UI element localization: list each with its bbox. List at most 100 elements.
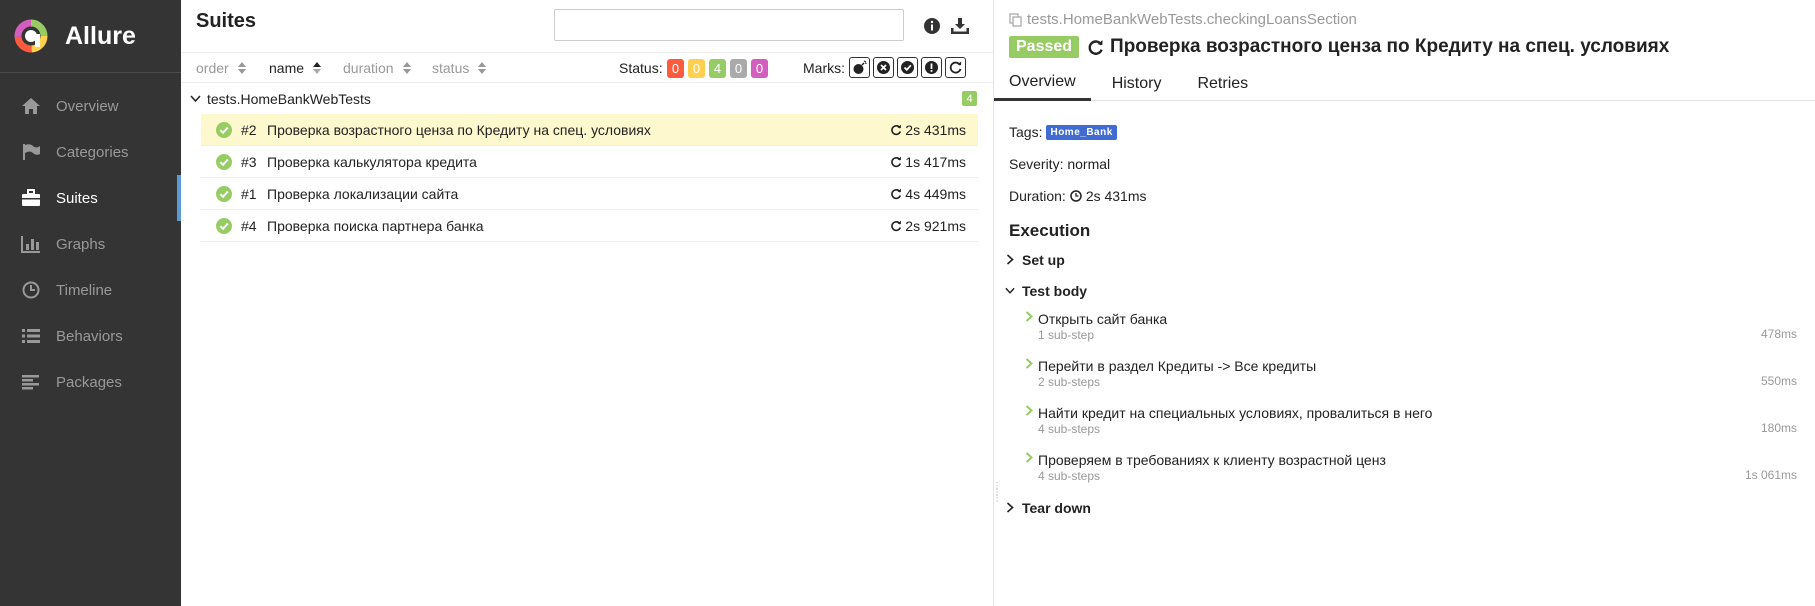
status-unknown-badge[interactable]: 0 xyxy=(751,59,768,78)
test-duration-value: 4s 449ms xyxy=(905,185,966,202)
clock-icon xyxy=(1070,190,1082,202)
test-row[interactable]: #2 Проверка возрастного ценза по Кредиту… xyxy=(201,114,978,146)
test-number: #2 xyxy=(241,121,257,138)
tab-retries[interactable]: Retries xyxy=(1182,66,1263,101)
test-row[interactable]: #3 Проверка калькулятора кредита 1s 417m… xyxy=(201,146,978,178)
sidebar-item-timeline[interactable]: Timeline xyxy=(0,267,181,313)
status-broken-badge[interactable]: 0 xyxy=(688,59,705,78)
chevron-down-icon xyxy=(190,94,201,102)
step-item[interactable]: Открыть сайт банка 1 sub-step 478ms xyxy=(1009,306,1815,353)
test-name: Проверка возрастного ценза по Кредиту на… xyxy=(267,121,651,138)
mark-flaky-button[interactable] xyxy=(849,57,870,78)
status-filter: 0 0 4 0 0 xyxy=(667,59,768,78)
sidebar-item-label: Overview xyxy=(56,97,119,115)
sidebar-item-label: Timeline xyxy=(56,281,113,299)
briefcase-icon xyxy=(20,188,42,208)
test-number: #1 xyxy=(241,185,257,202)
section-label: Test body xyxy=(1022,282,1088,299)
list-icon xyxy=(20,326,42,346)
suites-header: Suites xyxy=(181,0,993,52)
sort-both-icon xyxy=(402,62,411,74)
sidebar-item-packages[interactable]: Packages xyxy=(0,359,181,405)
tab-history[interactable]: History xyxy=(1097,66,1177,101)
chevron-right-icon xyxy=(1025,358,1033,369)
sidebar-item-suites[interactable]: Suites xyxy=(0,175,181,221)
test-list: #2 Проверка возрастного ценза по Кредиту… xyxy=(181,114,993,242)
teardown-section[interactable]: Tear down xyxy=(1006,492,1815,523)
tab-overview[interactable]: Overview xyxy=(994,66,1091,101)
sort-duration[interactable]: duration xyxy=(343,60,411,76)
sort-order[interactable]: order xyxy=(196,60,246,76)
sidebar-item-behaviors[interactable]: Behaviors xyxy=(0,313,181,359)
refresh-icon xyxy=(949,61,962,74)
retry-icon xyxy=(891,124,902,135)
suite-group-count-badge: 4 xyxy=(962,91,977,106)
duration-line: Duration: 2s 431ms xyxy=(1009,180,1815,212)
sort-label: name xyxy=(269,60,305,76)
step-duration: 180ms xyxy=(1760,421,1797,435)
step-substeps: 4 sub-steps xyxy=(1038,469,1101,483)
test-duration: 2s 921ms xyxy=(890,218,966,234)
sort-name[interactable]: name xyxy=(269,60,322,76)
chevron-right-icon xyxy=(1006,502,1014,513)
passed-check-icon xyxy=(216,121,232,138)
step-name: Открыть сайт банка xyxy=(1038,311,1168,327)
test-title: Проверка возрастного ценза по Кредиту на… xyxy=(1087,36,1669,58)
test-name: Проверка локализации сайта xyxy=(267,185,459,202)
mark-new-passed-button[interactable] xyxy=(897,57,918,78)
test-name: Проверка поиска партнера банка xyxy=(267,217,484,234)
suite-group-row[interactable]: tests.HomeBankWebTests 4 xyxy=(181,83,993,114)
test-body-section[interactable]: Test body xyxy=(1005,275,1815,306)
test-duration-value: 1s 417ms xyxy=(905,153,966,170)
step-duration: 550ms xyxy=(1760,374,1797,388)
step-substeps: 1 sub-step xyxy=(1038,328,1095,342)
setup-section[interactable]: Set up xyxy=(1006,244,1815,275)
test-row[interactable]: #4 Проверка поиска партнера банка 2s 921… xyxy=(201,210,978,242)
test-duration: 2s 431ms xyxy=(890,122,966,138)
exclamation-circle-icon xyxy=(925,61,938,74)
sort-label: status xyxy=(432,60,470,76)
retry-icon xyxy=(891,156,902,167)
mark-retries-button[interactable] xyxy=(945,57,966,78)
copy-icon[interactable] xyxy=(1009,12,1022,27)
mark-new-failed-button[interactable] xyxy=(873,57,894,78)
execution-heading: Execution xyxy=(1009,221,1091,240)
times-circle-icon xyxy=(877,61,890,74)
download-icon xyxy=(951,18,969,34)
detail-tabs: Overview History Retries xyxy=(994,66,1815,101)
info-button[interactable] xyxy=(921,15,943,37)
test-number: #4 xyxy=(241,217,257,234)
duration-value: 2s 431ms xyxy=(1085,188,1147,204)
brand[interactable]: Allure xyxy=(0,0,181,73)
status-skipped-badge[interactable]: 0 xyxy=(730,59,747,78)
test-row[interactable]: #1 Проверка локализации сайта 4s 449ms xyxy=(201,178,978,210)
sort-status[interactable]: status xyxy=(432,60,487,76)
sidebar-item-graphs[interactable]: Graphs xyxy=(0,221,181,267)
test-duration-value: 2s 431ms xyxy=(905,121,966,138)
section-label: Set up xyxy=(1022,251,1065,268)
check-circle-icon xyxy=(901,61,914,74)
passed-check-icon xyxy=(216,153,232,170)
test-number: #3 xyxy=(241,153,257,170)
bomb-icon xyxy=(853,60,867,74)
search-input[interactable] xyxy=(554,9,904,41)
flag-icon xyxy=(20,142,42,162)
step-duration: 478ms xyxy=(1760,327,1797,341)
bar-chart-icon xyxy=(20,234,42,254)
test-duration: 4s 449ms xyxy=(890,186,966,202)
marks-filter-label: Marks: xyxy=(803,60,845,76)
sidebar-item-categories[interactable]: Categories xyxy=(0,129,181,175)
sidebar-item-label: Packages xyxy=(56,373,122,391)
download-button[interactable] xyxy=(949,15,971,37)
sidebar-item-label: Categories xyxy=(56,143,129,161)
step-item[interactable]: Найти кредит на специальных условиях, пр… xyxy=(1009,400,1815,447)
status-failed-badge[interactable]: 0 xyxy=(667,59,684,78)
clock-icon xyxy=(20,280,42,300)
sidebar-item-overview[interactable]: Overview xyxy=(0,83,181,129)
sort-both-icon xyxy=(478,62,487,74)
step-name: Найти кредит на специальных условиях, пр… xyxy=(1038,405,1433,421)
step-item[interactable]: Проверяем в требованиях к клиенту возрас… xyxy=(1009,447,1815,494)
step-item[interactable]: Перейти в раздел Кредиты -> Все кредиты … xyxy=(1009,353,1815,400)
status-passed-badge[interactable]: 4 xyxy=(709,59,726,78)
mark-new-broken-button[interactable] xyxy=(921,57,942,78)
